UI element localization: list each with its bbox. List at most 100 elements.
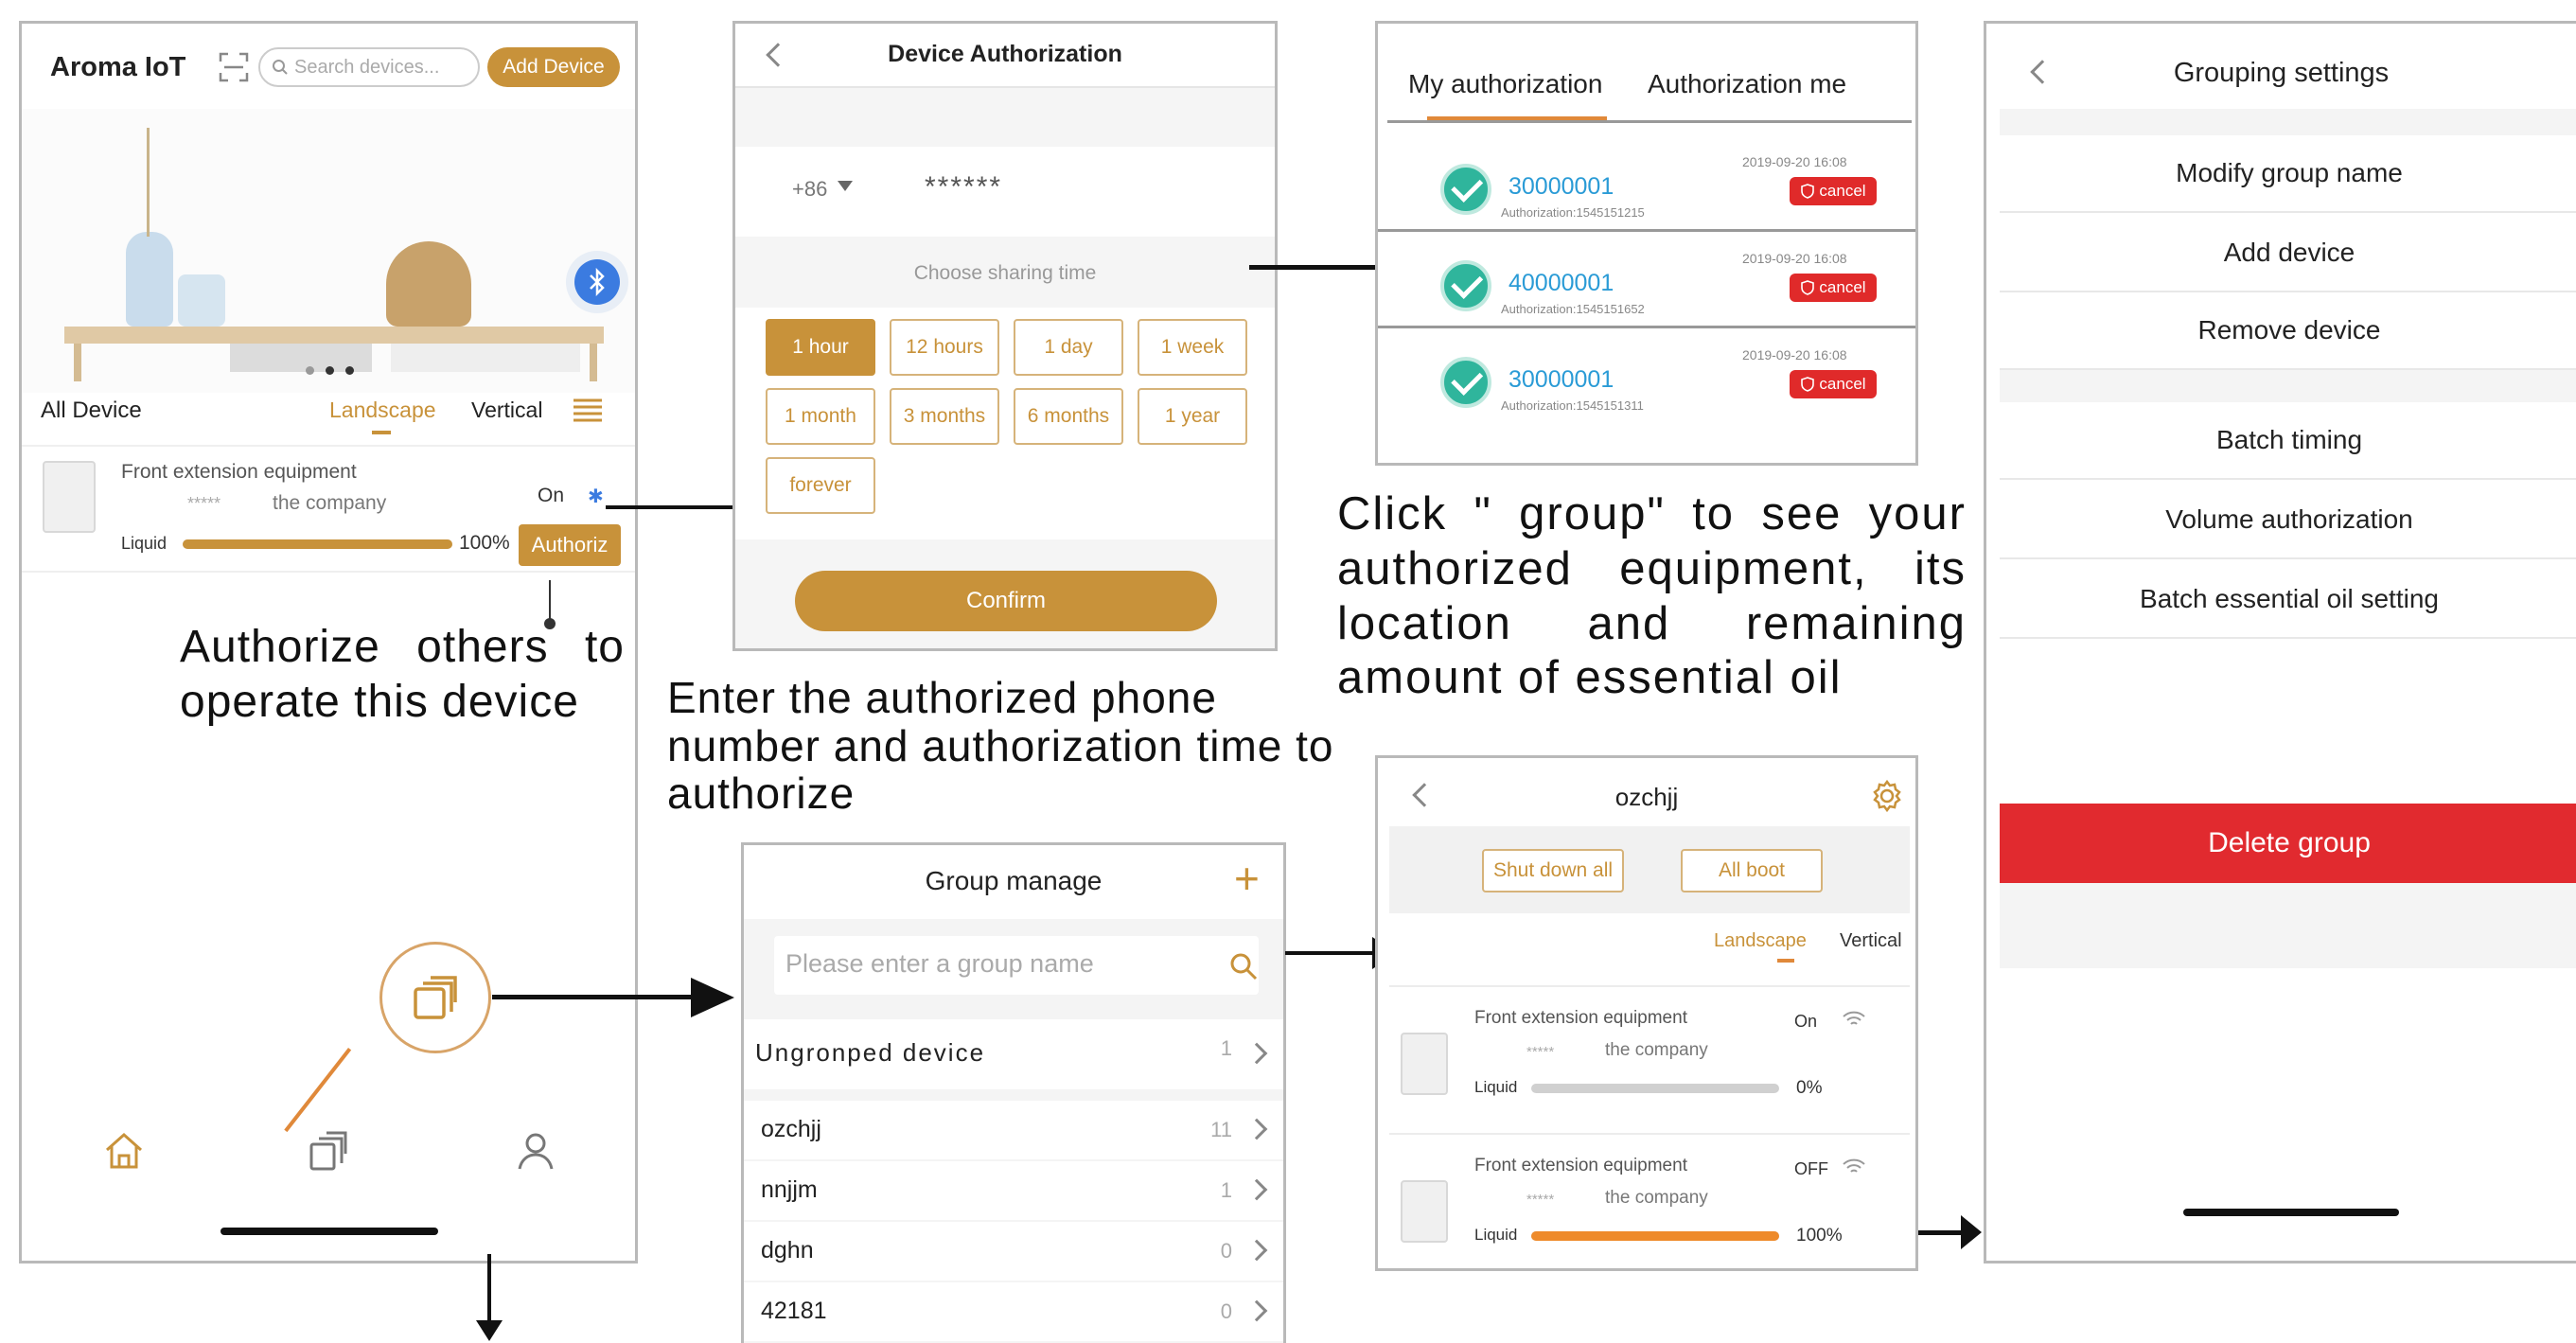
- all-device-label: All Device: [41, 398, 142, 423]
- arrow-to-group-detail: [1285, 951, 1380, 955]
- phone-input[interactable]: ******: [925, 171, 1002, 203]
- grouping-item-3[interactable]: Remove device: [2000, 292, 2576, 370]
- time-option-6[interactable]: 3 months: [890, 388, 999, 445]
- auth-sub: Authorization:1545151311: [1501, 398, 1644, 413]
- app-title: Aroma IoT: [50, 52, 186, 82]
- cancel-auth-button[interactable]: cancel: [1790, 274, 1877, 302]
- grouping-item-4[interactable]: Batch timing: [2000, 402, 2576, 480]
- device-company: the company: [273, 492, 387, 514]
- tab-authorization-me[interactable]: Authorization me: [1648, 69, 1846, 99]
- group-name: dghn: [761, 1237, 814, 1263]
- grouping-item-2[interactable]: Add device: [2000, 215, 2576, 292]
- user-icon[interactable]: [514, 1129, 557, 1173]
- search-icon: [273, 60, 288, 75]
- device-stars: *****: [1526, 1192, 1555, 1208]
- search-box[interactable]: Search devices...: [258, 47, 480, 87]
- search-box[interactable]: Please enter a group name: [774, 936, 1259, 995]
- group-tab-icon[interactable]: [308, 1129, 351, 1173]
- search-input[interactable]: Search devices...: [294, 57, 439, 79]
- country-code-dropdown-icon[interactable]: [838, 181, 853, 191]
- time-option-1[interactable]: 1 hour: [766, 319, 875, 376]
- add-group-icon[interactable]: +: [1234, 853, 1260, 904]
- group-row[interactable]: ozchjj 11: [744, 1101, 1283, 1159]
- time-option-4[interactable]: 1 week: [1138, 319, 1247, 376]
- chevron-right-icon: [1245, 1042, 1268, 1065]
- page-title: Grouping settings: [2173, 58, 2390, 88]
- tab-vertical[interactable]: Vertical: [471, 398, 542, 423]
- group-row[interactable]: dghn 0: [744, 1222, 1283, 1281]
- arrow-group-manage: [492, 995, 696, 999]
- chevron-right-icon: [1245, 1178, 1268, 1201]
- group-detail-panel: ozchjj Shut down all All boot Landscape …: [1375, 755, 1918, 1271]
- cancel-auth-button[interactable]: cancel: [1790, 177, 1877, 205]
- phone-row[interactable]: +86 ******: [735, 147, 1275, 237]
- group-row[interactable]: nnjjm 1: [744, 1161, 1283, 1220]
- scan-icon[interactable]: [219, 52, 249, 82]
- liquid-progress: [183, 539, 452, 549]
- vase-illustration: [126, 232, 173, 327]
- confirm-button[interactable]: Confirm: [795, 571, 1217, 631]
- device-thumbnail: [1401, 1033, 1448, 1095]
- auth-id: 30000001: [1509, 173, 1614, 200]
- device-company: the company: [1605, 1040, 1708, 1060]
- bluetooth-icon[interactable]: [566, 251, 628, 313]
- device-status: On: [1794, 1012, 1818, 1031]
- device-status: On: [538, 485, 565, 506]
- group-manage-panel: Group manage + Please enter a group name…: [741, 842, 1286, 1343]
- liquid-progress: [1531, 1231, 1779, 1241]
- time-option-3[interactable]: 1 day: [1014, 319, 1123, 376]
- auth-date: 2019-09-20 16:08: [1742, 251, 1847, 266]
- device-stars: *****: [187, 494, 221, 513]
- group-row[interactable]: Ungronped device 1: [744, 1019, 1283, 1089]
- group-circle-highlight[interactable]: [379, 942, 491, 1053]
- annotation-click-group: Click " group" to see your authorized eq…: [1337, 488, 1967, 704]
- arrow-down: [487, 1254, 491, 1325]
- cancel-label: cancel: [1819, 278, 1866, 296]
- time-option-9[interactable]: forever: [766, 457, 875, 514]
- group-name: ozchjj: [761, 1116, 821, 1142]
- grouping-settings-panel: Grouping settings Modify group name Add d…: [1984, 21, 2576, 1263]
- tab-landscape[interactable]: Landscape: [1714, 930, 1807, 952]
- liquid-label: Liquid: [121, 534, 168, 553]
- group-device-card[interactable]: Front extension equipment ***** the comp…: [1389, 1133, 1910, 1268]
- group-device-card[interactable]: Front extension equipment ***** the comp…: [1389, 985, 1910, 1127]
- cancel-shield-icon: [1801, 377, 1815, 392]
- liquid-progress-fill: [183, 539, 452, 549]
- all-boot-button[interactable]: All boot: [1681, 849, 1823, 892]
- group-row[interactable]: 42181 0: [744, 1282, 1283, 1341]
- shut-down-all-button[interactable]: Shut down all: [1482, 849, 1624, 892]
- page-title: Device Authorization: [888, 41, 1122, 67]
- cancel-label: cancel: [1819, 182, 1866, 200]
- chevron-right-icon: [1245, 1118, 1268, 1140]
- tab-vertical[interactable]: Vertical: [1840, 930, 1902, 952]
- liquid-label: Liquid: [1474, 1226, 1518, 1244]
- delete-group-button[interactable]: Delete group: [2000, 804, 2576, 883]
- search-icon[interactable]: [1228, 951, 1259, 981]
- time-option-5[interactable]: 1 month: [766, 388, 875, 445]
- group-search-input[interactable]: Please enter a group name: [785, 949, 1094, 979]
- authorize-button[interactable]: Authoriz: [519, 524, 621, 566]
- auth-date: 2019-09-20 16:08: [1742, 154, 1847, 169]
- auth-list-item: 40000001 Authorization:1545151652 2019-0…: [1378, 234, 1915, 328]
- device-card[interactable]: Front extension equipment ***** the comp…: [22, 445, 635, 573]
- grouping-item-5[interactable]: Volume authorization: [2000, 482, 2576, 559]
- cancel-auth-button[interactable]: cancel: [1790, 370, 1877, 398]
- device-company: the company: [1605, 1188, 1708, 1208]
- time-option-8[interactable]: 1 year: [1138, 388, 1247, 445]
- chevron-right-icon: [1245, 1299, 1268, 1322]
- check-shield-icon: [1440, 164, 1491, 215]
- grouping-item-6[interactable]: Batch essential oil setting: [2000, 561, 2576, 639]
- gear-icon[interactable]: [1870, 779, 1904, 813]
- time-option-2[interactable]: 12 hours: [890, 319, 999, 376]
- tab-landscape[interactable]: Landscape: [329, 398, 436, 423]
- liquid-progress: [1531, 1084, 1779, 1093]
- menu-list-icon[interactable]: [573, 398, 602, 422]
- time-option-7[interactable]: 6 months: [1014, 388, 1123, 445]
- group-name: nnjjm: [761, 1176, 818, 1203]
- home-icon[interactable]: [102, 1129, 146, 1173]
- add-device-button[interactable]: Add Device: [487, 47, 620, 87]
- country-code[interactable]: +86: [792, 177, 827, 202]
- tab-my-authorization[interactable]: My authorization: [1408, 69, 1602, 99]
- grouping-item-1[interactable]: Modify group name: [2000, 135, 2576, 213]
- group-name: Ungronped device: [755, 1038, 986, 1067]
